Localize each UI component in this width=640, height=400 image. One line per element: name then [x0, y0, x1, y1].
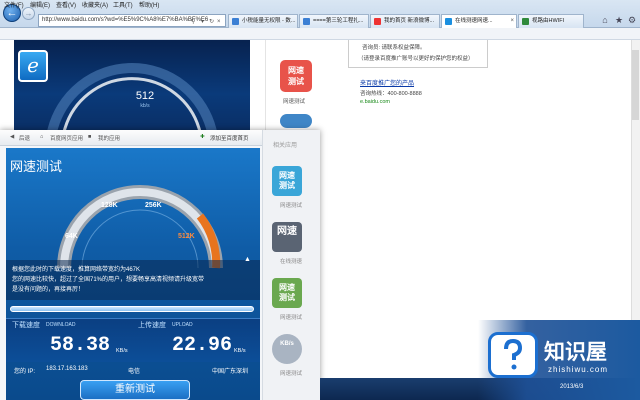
refresh-icon[interactable]: ↻	[209, 17, 214, 26]
upload-label-en: UPLOAD	[172, 322, 193, 328]
menu-help[interactable]: 帮助(H)	[139, 1, 159, 11]
dropdown-icon[interactable]: ▾	[201, 17, 204, 26]
notice-line-1: 咨询员: 请联系权益保障。	[362, 45, 426, 51]
nav-back[interactable]: 后退	[19, 134, 30, 142]
menu-favorites[interactable]: 收藏夹(A)	[82, 1, 108, 11]
nav-back-icon[interactable]: ◀	[10, 134, 14, 140]
tab-5[interactable]: 视路由HWIFI	[518, 14, 584, 28]
side-app-4-label: 网速测试	[279, 371, 302, 377]
location-text: 中国广东深圳	[212, 369, 249, 375]
tab-2[interactable]: ====第三轮工程扎...	[299, 14, 369, 28]
tab-label: ====第三轮工程扎...	[313, 18, 364, 24]
gauge-label-128k: 128K	[101, 202, 118, 209]
speed-banner	[14, 40, 250, 134]
favicon-icon	[374, 18, 381, 25]
hotline-text: 咨询热线：400-800-8888	[360, 91, 422, 97]
side-app-3-label: 网速测试	[279, 315, 302, 321]
nav-home[interactable]: 百度网页应用	[50, 134, 83, 142]
taskbar-date: 2013/6/3	[560, 384, 584, 390]
big-speed-value: 512	[135, 90, 155, 102]
search-icon[interactable]: ⚲	[191, 17, 195, 26]
upload-value: 22.96	[172, 334, 233, 357]
menu-edit[interactable]: 编辑(E)	[30, 1, 50, 11]
side-app-1-icon[interactable]: 网速 测试	[272, 166, 302, 196]
nav-mine-icon[interactable]: ■	[88, 134, 91, 140]
ip-label: 您的 IP:	[14, 369, 36, 375]
question-mark-icon	[504, 338, 523, 370]
tab-1[interactable]: 小税能量无权限 - 数...	[228, 14, 298, 28]
menu-bar	[0, 28, 640, 40]
upload-label: 上传速度	[138, 322, 166, 329]
address-bar[interactable]: http://www.baidu.com/s?wd=%E5%9C%A8%E7%B…	[38, 14, 226, 27]
gear-icon[interactable]: ⚙	[627, 15, 637, 25]
download-unit: KB/s	[116, 348, 128, 354]
collapse-icon[interactable]: ▲	[244, 256, 251, 263]
address-text: http://www.baidu.com/s?wd=%E5%9C%A8%E7%B…	[42, 17, 209, 23]
menu-file[interactable]: 文件(F)	[4, 1, 24, 11]
notice-line-2: （请登录百度推广账号以更好的保护您的权益）	[358, 56, 474, 62]
add-to-home[interactable]: 添加至百度首页	[210, 134, 249, 142]
favicon-icon	[445, 18, 452, 25]
result-line-2: 您的网速比较快，超过了全国71%的用户，想要畅享高清视频请升级宽带	[12, 277, 205, 283]
gauge-label-512k: 512K	[178, 233, 195, 240]
nav-home-icon[interactable]: ⌂	[40, 134, 43, 140]
ip-value: 183.17.163.183	[46, 366, 88, 372]
tab-3[interactable]: 我的首页 新浪微博...	[370, 14, 440, 28]
result-line-3: 是没有问题的，再接再厉！	[12, 287, 85, 293]
menu-view[interactable]: 查看(V)	[56, 1, 76, 11]
tab-label: 在线测速网速...	[455, 18, 493, 24]
related-apps-title: 相关应用	[273, 143, 298, 149]
speed-gauge	[57, 185, 223, 269]
download-label-en: DOWNLOAD	[46, 322, 76, 328]
test-progress-bar	[10, 306, 254, 312]
favicon-icon	[232, 18, 239, 25]
side-app-2-label: 在线测速	[279, 259, 302, 265]
gauge-label-64k: 64K	[65, 233, 78, 240]
tab-label: 小税能量无权限 - 数...	[242, 18, 296, 24]
speedtest-logo: e	[18, 50, 48, 82]
home-icon[interactable]: ⌂	[600, 15, 610, 25]
download-value: 58.38	[50, 334, 111, 357]
watermark-title: 知识屋	[544, 341, 607, 364]
retest-button[interactable]: 重新测试	[80, 380, 190, 400]
big-speed-unit: kb/s	[140, 103, 150, 109]
app-label: 网速测试	[282, 99, 305, 105]
watermark-url: zhishiwu.com	[548, 365, 609, 374]
tab-label: 视路由HWIFI	[532, 18, 565, 24]
side-app-1-label: 网速测试	[279, 203, 302, 209]
menu-tools[interactable]: 工具(T)	[113, 1, 133, 11]
side-app-4-icon[interactable]: KB/s	[272, 334, 302, 364]
tab-label: 我的首页 新浪微博...	[384, 18, 435, 24]
zhishiwu-logo-icon	[488, 332, 538, 378]
favicon-icon	[303, 18, 310, 25]
close-tab-icon[interactable]: ×	[510, 15, 514, 28]
gauge-label-256k: 256K	[145, 202, 162, 209]
side-app-3-icon[interactable]: 网速 测试	[272, 278, 302, 308]
scrollbar-thumb[interactable]	[632, 50, 639, 120]
app-partial-icon[interactable]	[280, 114, 312, 128]
upload-unit: KB/s	[234, 348, 246, 354]
tab-4-active[interactable]: 在线测速网速... ×	[441, 14, 517, 28]
add-icon[interactable]: ✚	[200, 134, 205, 140]
site-url[interactable]: e.baidu.com	[360, 99, 390, 105]
download-label: 下载速度	[12, 322, 40, 329]
isp-text: 电信	[128, 369, 141, 375]
side-app-2-icon[interactable]: 网速	[272, 222, 302, 252]
favicon-icon	[522, 18, 529, 25]
app-speedtest-icon[interactable]: 网速 测试	[280, 60, 312, 92]
big-gauge	[47, 63, 217, 134]
favorites-icon[interactable]: ★	[614, 15, 624, 25]
nav-mine[interactable]: 我的应用	[98, 134, 120, 142]
close-icon[interactable]: ×	[217, 17, 221, 26]
promo-link[interactable]: 来百度推广您的产品	[360, 78, 414, 87]
result-line-1: 根据您此时的下载速度，推算网络带宽约为467K	[12, 267, 141, 273]
